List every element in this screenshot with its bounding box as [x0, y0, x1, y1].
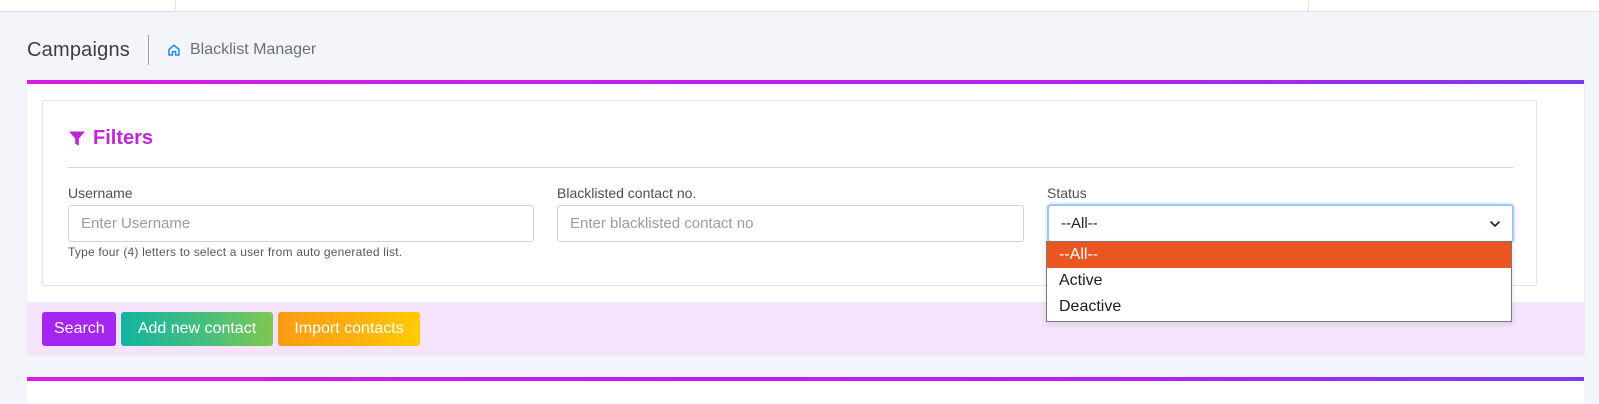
status-option-deactive[interactable]: Deactive	[1047, 294, 1511, 320]
contact-input[interactable]	[557, 205, 1024, 242]
top-navbar	[0, 0, 1599, 12]
navbar-left-segment	[0, 0, 176, 12]
status-option-all[interactable]: --All--	[1047, 242, 1511, 268]
header-divider	[147, 35, 149, 65]
status-select[interactable]: --All--	[1047, 204, 1514, 243]
username-helper-text: Type four (4) letters to select a user f…	[68, 245, 403, 259]
page-header: Campaigns Blacklist Manager	[27, 33, 316, 67]
page-title: Campaigns	[27, 38, 130, 61]
status-label: Status	[1047, 185, 1087, 201]
chevron-down-icon	[1488, 217, 1502, 231]
search-button[interactable]: Search	[42, 312, 116, 346]
username-input[interactable]	[68, 205, 534, 242]
navbar-divider	[1308, 0, 1309, 12]
status-select-value: --All--	[1061, 215, 1098, 232]
contact-label: Blacklisted contact no.	[557, 185, 697, 201]
import-contacts-button[interactable]: Import contacts	[278, 312, 420, 346]
filters-heading: Filters	[68, 127, 153, 150]
breadcrumb[interactable]: Blacklist Manager	[190, 41, 316, 59]
results-card	[27, 381, 1584, 404]
status-option-active[interactable]: Active	[1047, 268, 1511, 294]
filter-icon	[68, 130, 86, 148]
home-icon[interactable]	[167, 43, 181, 57]
status-dropdown-list: --All-- Active Deactive	[1046, 241, 1512, 322]
add-contact-button[interactable]: Add new contact	[121, 312, 273, 346]
filters-divider	[68, 167, 1513, 168]
username-label: Username	[68, 185, 133, 201]
filters-title: Filters	[93, 127, 154, 149]
